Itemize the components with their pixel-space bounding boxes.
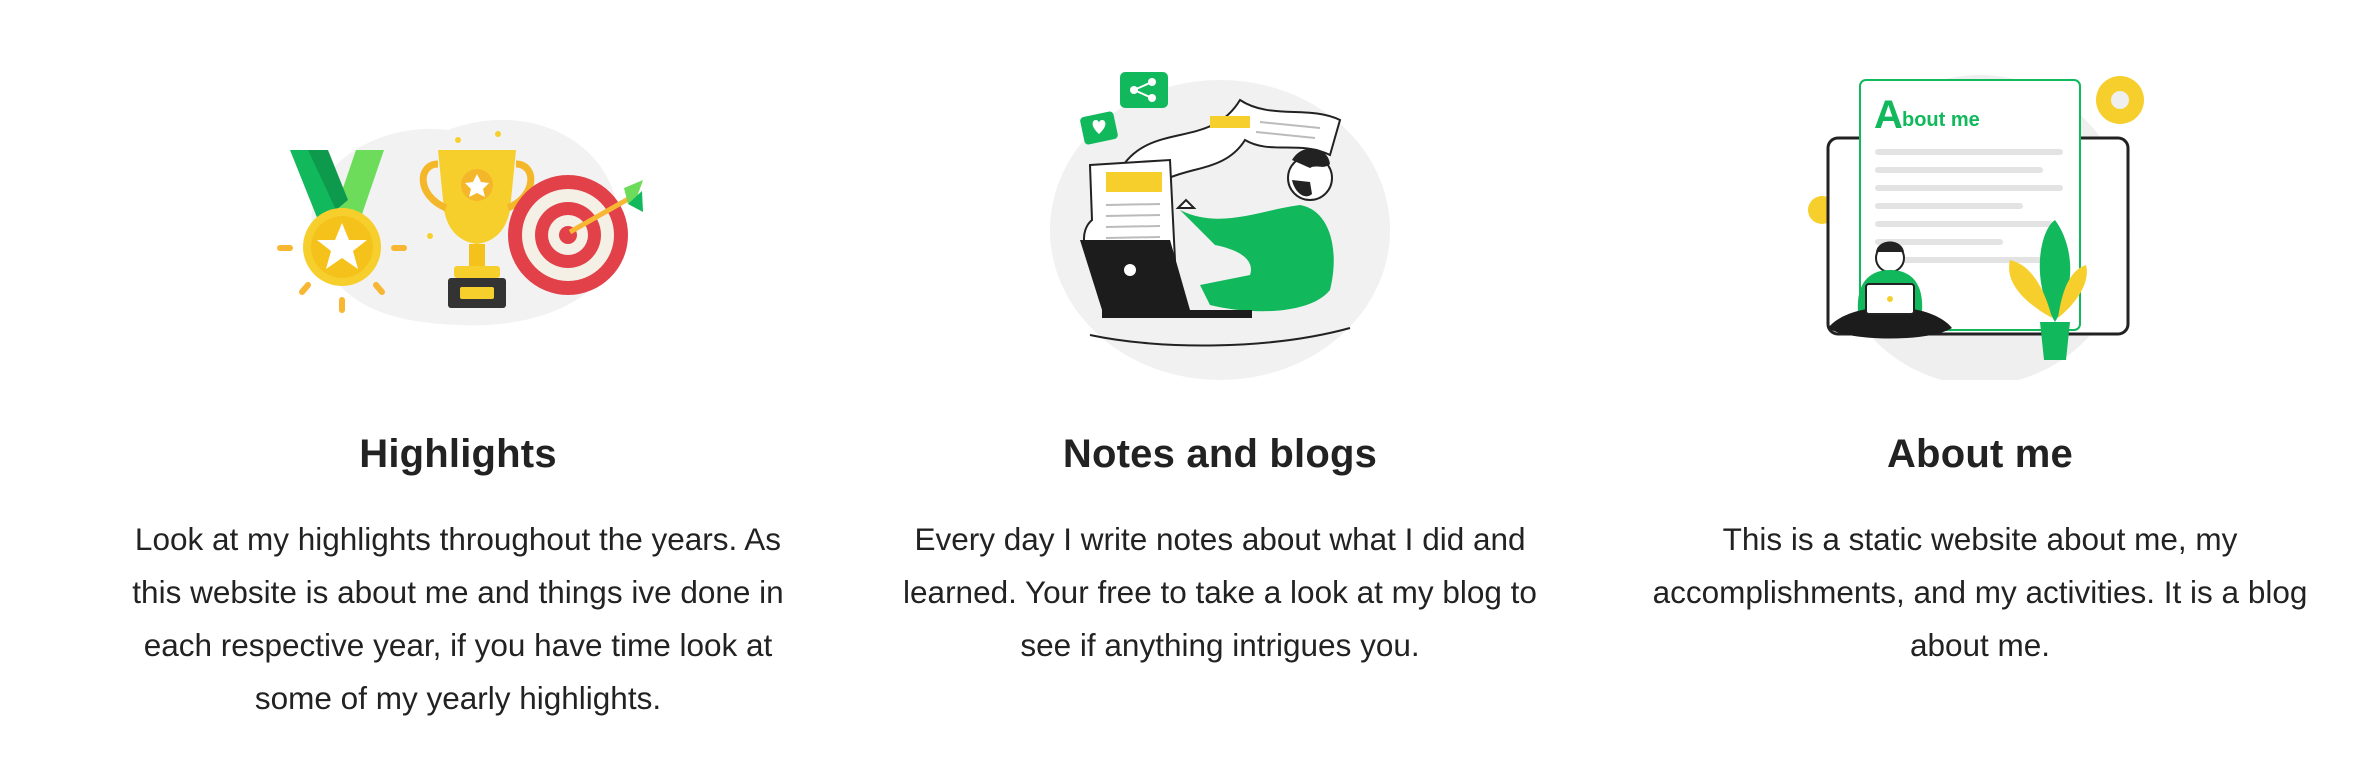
card-title: Notes and blogs <box>1062 432 1378 476</box>
card-title: About me <box>1886 432 2074 476</box>
card-description: This is a static website about me, my ac… <box>1652 521 2308 663</box>
share-bubble-icon <box>1120 72 1168 108</box>
svg-text:A: A <box>1874 93 1903 137</box>
notes-blogs-illustration <box>1010 60 1430 380</box>
feature-card-highlights: Highlights Look at my highlights through… <box>78 0 838 778</box>
highlights-illustration <box>248 60 668 380</box>
card-description: Look at my highlights throughout the yea… <box>132 521 784 716</box>
svg-text:bout me: bout me <box>1902 109 1980 131</box>
about-me-illustration: A bout me <box>1770 60 2190 380</box>
feature-card-notes-blogs: Notes and blogs Every day I write notes … <box>840 0 1600 778</box>
target-icon <box>508 175 643 295</box>
card-title: Highlights <box>359 432 557 476</box>
card-description: Every day I write notes about what I did… <box>903 521 1537 663</box>
feature-card-about-me: A bout me About me This is a static webs… <box>1600 0 2360 778</box>
features-section: Highlights Look at my highlights through… <box>0 0 2362 778</box>
